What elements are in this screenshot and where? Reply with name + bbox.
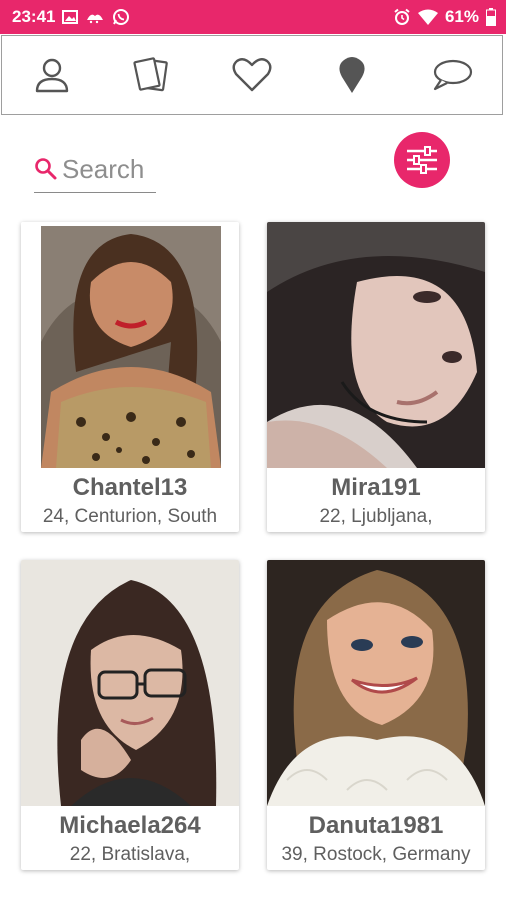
battery-icon <box>486 8 496 26</box>
sliders-icon <box>407 146 437 174</box>
profile-icon <box>35 58 69 93</box>
profile-name: Danuta1981 <box>308 812 444 839</box>
heart-icon <box>232 58 272 92</box>
profile-card[interactable]: Mira191 22, Ljubljana, <box>267 222 485 532</box>
status-bar: 23:41 61% <box>0 0 506 34</box>
profile-details: 39, Rostock, Germany <box>281 844 471 865</box>
alarm-icon <box>393 8 411 26</box>
location-pin-icon <box>339 57 365 93</box>
profile-details: 22, Bratislava, <box>69 844 191 865</box>
weather-icon <box>85 10 105 24</box>
wifi-icon <box>417 9 438 25</box>
status-time: 23:41 <box>12 7 56 26</box>
top-nav-bar <box>1 35 503 115</box>
profile-name: Michaela264 <box>59 812 201 839</box>
profile-photo <box>21 560 239 806</box>
image-icon <box>62 10 79 24</box>
profile-photo <box>21 222 239 468</box>
status-left: 23:41 <box>12 7 130 27</box>
search-bar <box>34 146 156 193</box>
profile-card[interactable]: Chantel13 24, Centurion, South <box>21 222 239 532</box>
profile-card[interactable]: Danuta1981 39, Rostock, Germany <box>267 560 485 870</box>
nav-likes-button[interactable] <box>222 45 282 105</box>
profile-name: Chantel13 <box>72 474 188 501</box>
profile-photo <box>267 222 485 468</box>
search-input[interactable] <box>62 153 154 185</box>
nav-messages-button[interactable] <box>422 45 482 105</box>
cards-icon <box>133 57 168 92</box>
search-icon <box>35 158 57 180</box>
profile-details: 22, Ljubljana, <box>319 506 433 527</box>
chat-bubble-icon <box>433 59 473 91</box>
profile-card[interactable]: Michaela264 22, Bratislava, <box>21 560 239 870</box>
nav-profile-button[interactable] <box>22 45 82 105</box>
whatsapp-icon <box>112 8 130 26</box>
profile-photo <box>267 560 485 806</box>
nav-location-button[interactable] <box>322 45 382 105</box>
profile-details: 24, Centurion, South <box>42 506 218 527</box>
status-right: 61% <box>393 7 496 27</box>
nav-cards-button[interactable] <box>122 45 182 105</box>
filter-button[interactable] <box>394 132 450 188</box>
battery-percent: 61% <box>444 7 479 26</box>
profile-name: Mira191 <box>331 474 421 501</box>
